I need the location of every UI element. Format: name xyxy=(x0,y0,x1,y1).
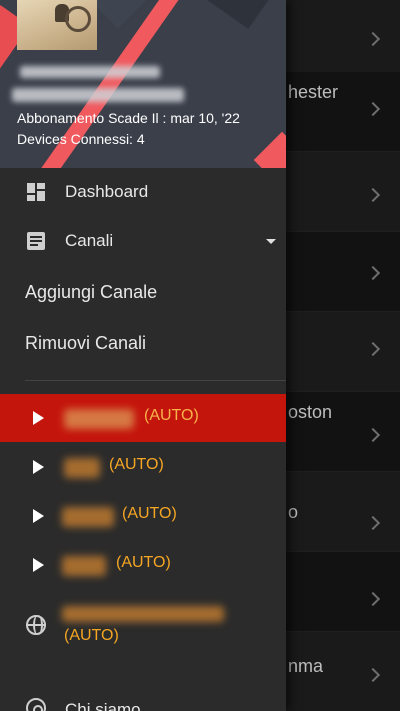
menu-item-add-channel[interactable]: Aggiungi Canale xyxy=(0,268,286,316)
channel-auto-label: (AUTO) xyxy=(116,554,171,571)
list-item-title: o xyxy=(288,502,299,522)
user-email-redacted xyxy=(12,88,184,102)
drawer-header: Abbonamento Scade Il : mar 10, '22 Devic… xyxy=(0,0,286,168)
avatar-wheel xyxy=(65,6,91,32)
screen: hester oston o nma Abbonamento Scade Il … xyxy=(0,0,400,711)
info-icon xyxy=(26,698,46,711)
channel-item-active[interactable]: (AUTO) xyxy=(0,394,286,442)
chevron-right-icon xyxy=(365,101,381,117)
list-item-title: oston xyxy=(288,402,333,422)
menu-item-dashboard[interactable]: Dashboard xyxy=(0,168,286,216)
play-icon xyxy=(33,460,44,474)
navigation-drawer: Abbonamento Scade Il : mar 10, '22 Devic… xyxy=(0,0,286,711)
chevron-right-icon xyxy=(365,341,381,357)
chevron-right-icon xyxy=(365,31,381,47)
menu-item-channels[interactable]: Canali xyxy=(0,217,286,265)
channel-item[interactable]: (AUTO) xyxy=(0,541,286,589)
channel-auto-label: (AUTO) xyxy=(144,407,199,424)
menu-item-label: Chi siamo xyxy=(65,700,141,711)
channel-name-redacted xyxy=(62,556,106,576)
list-item-title: hester xyxy=(288,82,339,102)
header-accent-corner xyxy=(253,131,286,168)
play-icon xyxy=(33,411,44,425)
menu-item-label: Dashboard xyxy=(65,182,149,201)
avatar[interactable] xyxy=(17,0,97,50)
channel-item[interactable]: (AUTO) xyxy=(0,443,286,491)
chevron-right-icon xyxy=(365,515,381,531)
channel-auto-label: (AUTO) xyxy=(109,456,164,473)
channel-name-redacted xyxy=(62,507,114,527)
play-icon xyxy=(33,509,44,523)
chevron-right-icon xyxy=(365,591,381,607)
channel-name-redacted xyxy=(64,409,134,429)
globe-icon xyxy=(26,615,46,635)
chevron-right-icon xyxy=(365,187,381,203)
play-icon xyxy=(33,558,44,572)
chevron-right-icon xyxy=(365,667,381,683)
menu-item-label: Rimuovi Canali xyxy=(25,332,147,353)
connected-devices: Devices Connessi: 4 xyxy=(17,131,145,147)
menu-item-remove-channels[interactable]: Rimuovi Canali xyxy=(0,319,286,367)
chevron-right-icon xyxy=(365,265,381,281)
menu-item-label: Canali xyxy=(65,231,114,250)
user-name-redacted xyxy=(20,66,160,78)
chevron-right-icon xyxy=(365,427,381,443)
header-decoration xyxy=(89,0,147,29)
channel-item[interactable]: (AUTO) xyxy=(0,492,286,540)
dashboard-icon xyxy=(27,183,45,201)
channel-url-redacted xyxy=(62,606,224,622)
menu-item-label: Aggiungi Canale xyxy=(25,281,158,302)
channel-name-redacted xyxy=(64,458,100,478)
divider xyxy=(25,380,286,381)
list-item-title: nma xyxy=(288,656,324,676)
subscription-expiry: Abbonamento Scade Il : mar 10, '22 xyxy=(17,110,240,126)
caret-down-icon[interactable] xyxy=(266,239,276,244)
channel-auto-label: (AUTO) xyxy=(64,627,119,644)
channel-auto-label: (AUTO) xyxy=(122,505,177,522)
article-icon xyxy=(27,232,45,250)
